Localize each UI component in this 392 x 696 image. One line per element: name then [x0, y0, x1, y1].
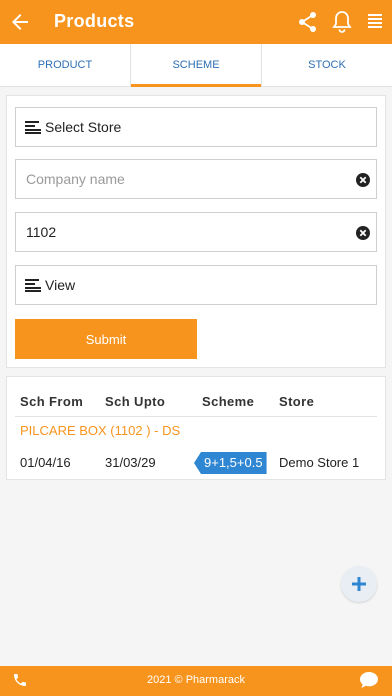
back-arrow-icon[interactable]	[8, 10, 32, 34]
scheme-badge: 9+1,5+0.5	[194, 452, 267, 474]
clear-icon[interactable]	[356, 173, 370, 187]
copyright-text: 2021 © Pharmarack	[147, 674, 245, 686]
tab-stock[interactable]: STOCK	[262, 44, 392, 86]
store-select[interactable]: Select Store	[15, 107, 377, 147]
tab-product[interactable]: PRODUCT	[0, 44, 131, 86]
column-header-store: Store	[279, 394, 315, 409]
company-name-placeholder: Company name	[26, 171, 125, 187]
page-title: Products	[54, 11, 135, 31]
product-code-field[interactable]: 1102	[15, 212, 377, 252]
cell-sch-from: 01/04/16	[20, 455, 71, 470]
plus-icon	[352, 577, 366, 591]
column-header-sch-upto: Sch Upto	[105, 394, 166, 409]
share-icon[interactable]	[298, 11, 318, 33]
list-icon	[25, 279, 41, 292]
tab-scheme[interactable]: SCHEME	[131, 44, 262, 87]
add-button[interactable]	[341, 566, 377, 602]
store-select-label: Select Store	[45, 119, 122, 135]
column-header-sch-from: Sch From	[20, 394, 84, 409]
product-code-value: 1102	[26, 224, 57, 240]
product-name[interactable]: PILCARE BOX (1102 ) - DS	[20, 423, 180, 438]
chat-icon[interactable]	[359, 671, 379, 689]
column-header-scheme: Scheme	[202, 394, 255, 409]
menu-icon[interactable]	[366, 12, 384, 32]
list-icon	[25, 121, 41, 134]
bell-icon[interactable]	[332, 10, 352, 34]
scheme-search-form: Select Store Company name 1102 View Subm…	[6, 95, 386, 368]
cell-store: Demo Store 1	[279, 455, 360, 470]
company-name-field[interactable]: Company name	[15, 159, 377, 199]
view-select-label: View	[45, 277, 76, 293]
clear-icon[interactable]	[356, 226, 370, 240]
app-header: Products	[0, 0, 392, 44]
tab-bar: PRODUCT SCHEME STOCK	[0, 44, 392, 87]
view-select[interactable]: View	[15, 265, 377, 305]
scheme-results-table: Sch From Sch Upto Scheme Store PILCARE B…	[6, 376, 386, 480]
header-divider	[15, 416, 377, 417]
cell-sch-upto: 31/03/29	[105, 455, 156, 470]
submit-button[interactable]: Submit	[15, 319, 197, 359]
app-footer: 2021 © Pharmarack	[0, 666, 392, 696]
